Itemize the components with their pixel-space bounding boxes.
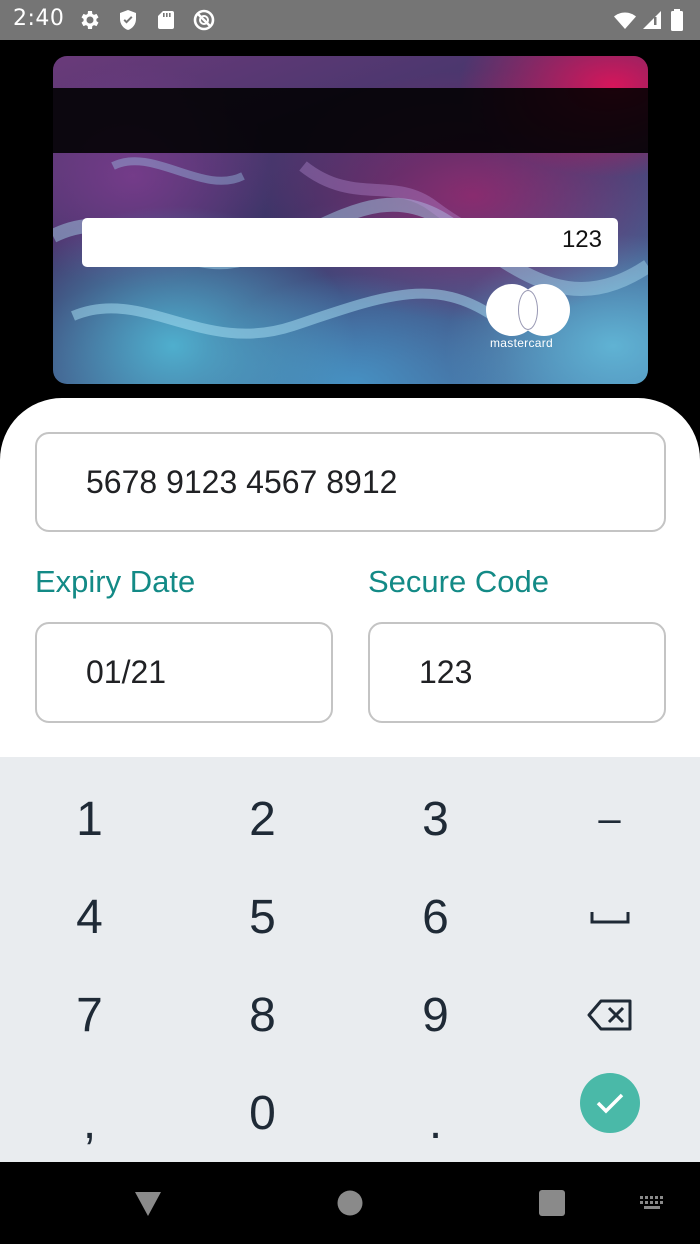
status-time: 2:40: [13, 6, 65, 31]
navigation-bar: [0, 1162, 700, 1244]
no-sign-icon: [193, 9, 215, 31]
signal-icon: [643, 11, 661, 29]
key-1[interactable]: 1: [3, 770, 176, 868]
key-5[interactable]: 5: [176, 868, 349, 966]
numeric-keyboard: 1 2 3 – 4 5 6 7 8 9 , 0 .: [0, 757, 700, 1162]
key-done[interactable]: [523, 1054, 696, 1152]
checkmark-icon: [596, 1093, 623, 1114]
expiry-date-value: 01/21: [86, 654, 167, 690]
sd-card-icon: [158, 11, 174, 29]
mastercard-overlap-outline: [518, 290, 538, 330]
key-backspace[interactable]: [523, 966, 696, 1064]
expiry-date-input[interactable]: 01/21: [35, 622, 333, 723]
key-period[interactable]: .: [349, 1064, 522, 1162]
backspace-icon: [587, 999, 631, 1031]
key-6[interactable]: 6: [349, 868, 522, 966]
key-8[interactable]: 8: [176, 966, 349, 1064]
mastercard-logo: mastercard: [486, 284, 572, 350]
key-2[interactable]: 2: [176, 770, 349, 868]
key-0[interactable]: 0: [176, 1064, 349, 1162]
card-number-value: 5678 9123 4567 8912: [86, 464, 398, 500]
home-icon[interactable]: [335, 1188, 365, 1218]
secure-code-input[interactable]: 123: [368, 622, 666, 723]
done-button[interactable]: [579, 1073, 640, 1133]
key-3[interactable]: 3: [349, 770, 522, 868]
key-7[interactable]: 7: [3, 966, 176, 1064]
mastercard-wordmark: mastercard: [490, 336, 554, 350]
key-4[interactable]: 4: [3, 868, 176, 966]
space-bar-icon: [590, 912, 629, 924]
secure-code-value: 123: [419, 654, 473, 690]
key-minus[interactable]: –: [523, 770, 696, 868]
recents-icon[interactable]: [537, 1188, 567, 1218]
status-bar: 2:40: [0, 0, 700, 40]
keyboard-switch-icon[interactable]: [639, 1188, 667, 1218]
signature-strip: 123: [82, 218, 618, 267]
shield-icon: [120, 10, 136, 30]
credit-card-back: 123 mastercard: [53, 56, 648, 384]
wifi-icon: [614, 12, 636, 29]
card-number-input[interactable]: 5678 9123 4567 8912: [35, 432, 666, 532]
gear-icon: [81, 11, 99, 29]
key-space[interactable]: [523, 868, 696, 966]
expiry-date-label: Expiry Date: [35, 564, 196, 599]
back-icon[interactable]: [133, 1188, 163, 1218]
battery-icon: [671, 9, 683, 31]
card-form-sheet: 5678 9123 4567 8912 Expiry Date Secure C…: [0, 398, 700, 758]
secure-code-label: Secure Code: [368, 564, 549, 599]
key-9[interactable]: 9: [349, 966, 522, 1064]
magnetic-stripe: [53, 88, 648, 153]
key-comma[interactable]: ,: [3, 1064, 176, 1162]
card-cvv-preview: 123: [561, 226, 602, 253]
